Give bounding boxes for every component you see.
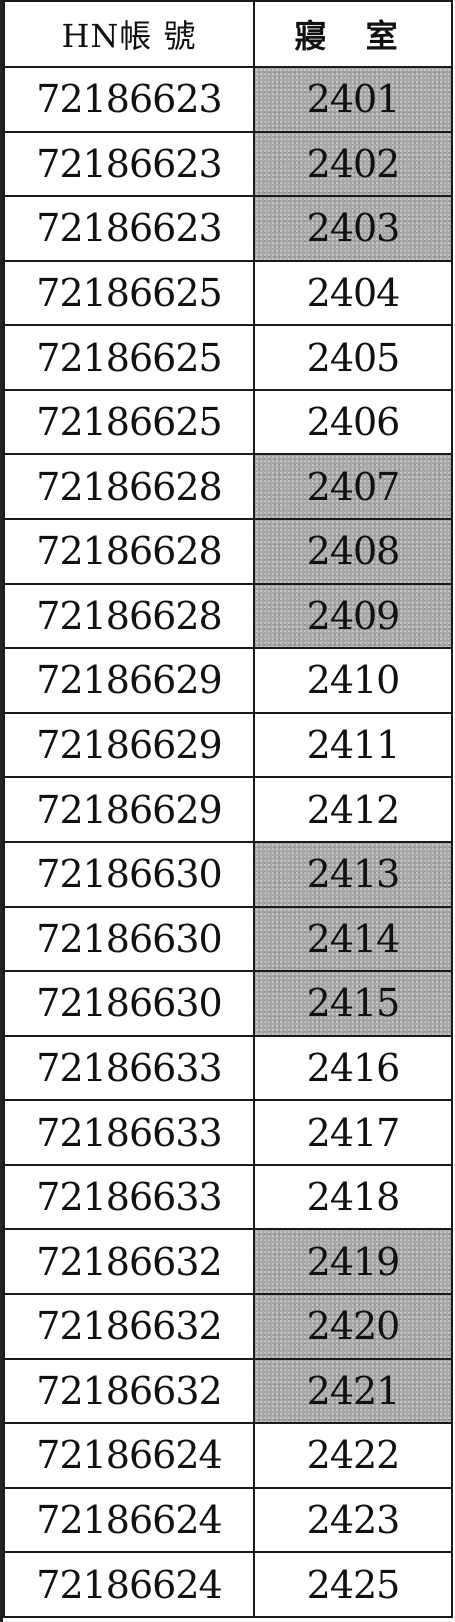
room-cell: 2402: [253, 130, 453, 198]
hn-account-cell: 72186633: [3, 1099, 255, 1166]
table-row: 72186624 2422: [3, 1422, 453, 1489]
room-cell: 2410: [253, 647, 453, 714]
hn-account-cell: 72186624: [3, 1551, 255, 1618]
hn-account-cell: 72186633: [3, 1163, 255, 1231]
table-row: 72186633 2418: [3, 1163, 453, 1231]
table-row: 72186630 2414: [3, 905, 453, 973]
table-row: 72186630 2413: [3, 840, 453, 908]
hn-account-header: HN帳 號: [3, 0, 255, 68]
room-cell: 2403: [253, 195, 453, 262]
table-row: 72186633 2417: [3, 1099, 453, 1166]
room-cell: 2405: [253, 324, 453, 391]
table-body: 72186623 2401 72186623 2402 72186623 2403 7…: [3, 66, 453, 1618]
table-row: 72186625 2406: [3, 388, 453, 456]
hn-account-cell: 72186625: [3, 324, 255, 391]
hn-account-cell: 72186632: [3, 1292, 255, 1360]
hn-account-cell: 72186628: [3, 518, 255, 585]
table-row: 72186624 2423: [3, 1486, 453, 1554]
table-row: 72186629 2410: [3, 647, 453, 714]
hn-account-cell: 72186625: [3, 259, 255, 327]
room-cell: 2411: [253, 711, 453, 779]
hn-account-cell: 72186624: [3, 1486, 255, 1554]
hn-account-cell: 72186623: [3, 195, 255, 262]
room-cell: 2423: [253, 1486, 453, 1554]
room-header: 寢 室: [253, 0, 453, 68]
table-row: 72186623 2402: [3, 130, 453, 198]
room-cell: 2425: [253, 1551, 453, 1618]
hn-account-cell: 72186625: [3, 388, 255, 456]
room-cell: 2414: [253, 905, 453, 973]
table-row: 72186632 2420: [3, 1292, 453, 1360]
table-row: 72186630 2415: [3, 970, 453, 1037]
room-cell: 2417: [253, 1099, 453, 1166]
room-cell: 2415: [253, 970, 453, 1037]
hn-account-cell: 72186623: [3, 66, 255, 133]
room-cell: 2419: [253, 1228, 453, 1295]
table-row: 72186628 2409: [3, 582, 453, 650]
room-cell: 2422: [253, 1422, 453, 1489]
room-cell: 2408: [253, 518, 453, 585]
table-row: 72186628 2407: [3, 453, 453, 521]
hn-account-cell: 72186630: [3, 840, 255, 908]
room-cell: 2416: [253, 1034, 453, 1102]
room-cell: 2409: [253, 582, 453, 650]
hn-account-cell: 72186629: [3, 711, 255, 779]
hn-account-cell: 72186624: [3, 1422, 255, 1489]
room-cell: 2412: [253, 776, 453, 843]
table-row: 72186629 2411: [3, 711, 453, 779]
hn-account-cell: 72186628: [3, 582, 255, 650]
room-assignment-table: HN帳 號 寢 室 72186623 2401 72186623 2402 7218…: [3, 0, 453, 1618]
room-cell: 2406: [253, 388, 453, 456]
hn-account-cell: 72186633: [3, 1034, 255, 1102]
table-row: 72186633 2416: [3, 1034, 453, 1102]
table-row: 72186632 2419: [3, 1228, 453, 1295]
room-cell: 2404: [253, 259, 453, 327]
hn-account-cell: 72186629: [3, 647, 255, 714]
table-row: 72186624 2425: [3, 1551, 453, 1618]
table-row: 72186623 2403: [3, 195, 453, 262]
table-row: 72186623 2401: [3, 66, 453, 133]
room-cell: 2401: [253, 66, 453, 133]
table-row: 72186625 2405: [3, 324, 453, 391]
room-cell: 2420: [253, 1292, 453, 1360]
table-row: 72186629 2412: [3, 776, 453, 843]
hn-account-cell: 72186623: [3, 130, 255, 198]
room-cell: 2421: [253, 1357, 453, 1425]
hn-account-cell: 72186630: [3, 905, 255, 973]
hn-account-cell: 72186632: [3, 1357, 255, 1425]
hn-account-cell: 72186629: [3, 776, 255, 843]
room-cell: 2418: [253, 1163, 453, 1231]
room-cell: 2407: [253, 453, 453, 521]
table-row: 72186632 2421: [3, 1357, 453, 1425]
scanned-document: HN帳 號 寢 室 72186623 2401 72186623 2402 7218…: [0, 0, 455, 1622]
hn-account-cell: 72186632: [3, 1228, 255, 1295]
hn-account-cell: 72186630: [3, 970, 255, 1037]
table-header-row: HN帳 號 寢 室: [3, 0, 453, 68]
room-cell: 2413: [253, 840, 453, 908]
table-row: 72186625 2404: [3, 259, 453, 327]
table-row: 72186628 2408: [3, 518, 453, 585]
hn-account-cell: 72186628: [3, 453, 255, 521]
